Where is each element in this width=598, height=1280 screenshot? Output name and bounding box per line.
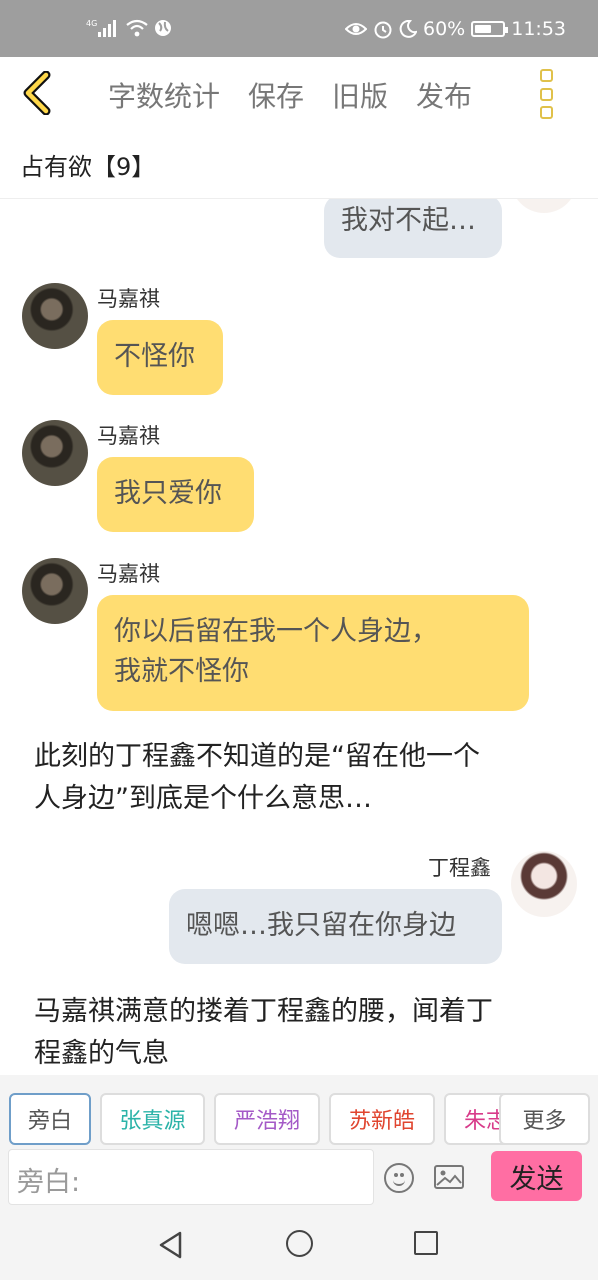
character-label: 张真源 <box>119 1109 186 1134</box>
message-text-line: 我就不怪你 <box>114 656 249 687</box>
nav-back-icon[interactable] <box>158 1231 184 1259</box>
more-dot-icon <box>540 106 553 119</box>
system-nav-bar <box>0 1207 598 1280</box>
save-button[interactable]: 保存 <box>248 75 304 115</box>
character-chip[interactable]: 张真源 <box>100 1093 205 1145</box>
wifi-icon <box>126 19 148 37</box>
avatar-ding-chengxin[interactable] <box>511 851 577 917</box>
more-characters-button[interactable]: 更多 <box>499 1093 590 1145</box>
status-bar: 4G 60% 11:53 <box>0 0 598 57</box>
narration-text[interactable]: 此刻的丁程鑫不知道的是“留在他一个 人身边”到底是个什么意思… <box>34 736 574 820</box>
avatar-ma-jiaqi[interactable] <box>22 420 88 486</box>
message-bubble[interactable]: 你以后留在我一个人身边， 我就不怪你 <box>97 595 529 711</box>
message-text: 我只爱你 <box>114 478 222 509</box>
avatar-ma-jiaqi[interactable] <box>22 558 88 624</box>
message-bubble[interactable]: 我对不起… <box>324 199 502 258</box>
clock: 11:53 <box>511 18 566 40</box>
emoji-mouth <box>393 1179 405 1186</box>
network-type: 4G <box>86 19 97 28</box>
sender-name: 马嘉祺 <box>97 287 160 311</box>
back-button[interactable] <box>18 70 62 116</box>
toolbar-actions: 字数统计 保存 旧版 发布 <box>108 75 472 115</box>
message-bubble[interactable]: 不怪你 <box>97 320 223 395</box>
globe-icon <box>155 20 171 36</box>
character-label: 旁白 <box>27 1109 72 1134</box>
nav-home-icon[interactable] <box>286 1230 313 1257</box>
message-text: 不怪你 <box>114 341 195 372</box>
message-text-line: 你以后留在我一个人身边， <box>114 616 438 647</box>
battery-icon <box>471 21 509 37</box>
sender-name: 丁程鑫 <box>428 856 491 880</box>
message-text: 嗯嗯…我只留在你身边 <box>186 910 456 941</box>
moon-icon <box>399 20 417 38</box>
input-row: 旁白: 发送 <box>0 1147 598 1207</box>
old-version-button[interactable]: 旧版 <box>332 75 388 115</box>
input-placeholder: 旁白: <box>17 1167 81 1198</box>
character-chip[interactable]: 严浩翔 <box>214 1093 320 1145</box>
character-label: 苏新皓 <box>348 1109 415 1134</box>
send-button[interactable]: 发送 <box>491 1151 582 1201</box>
editor-toolbar: 字数统计 保存 旧版 发布 <box>0 57 598 133</box>
chevron-left-icon <box>23 70 51 116</box>
narration-text[interactable]: 马嘉祺满意的搂着丁程鑫的腰，闻着丁 程鑫的气息 <box>34 991 574 1075</box>
sender-name: 马嘉祺 <box>97 424 160 448</box>
alarm-icon <box>374 21 392 39</box>
narration-line: 马嘉祺满意的搂着丁程鑫的腰，闻着丁 <box>34 996 493 1027</box>
character-chip-narrator[interactable]: 旁白 <box>9 1093 91 1145</box>
image-icon[interactable] <box>434 1165 464 1189</box>
more-menu-button[interactable] <box>540 69 560 119</box>
status-right: 60% 11:53 <box>345 18 566 40</box>
more-dot-icon <box>540 87 553 101</box>
avatar-ding-chengxin[interactable] <box>511 199 577 213</box>
narration-line: 程鑫的气息 <box>34 1038 169 1069</box>
nav-recent-apps-icon[interactable] <box>414 1231 438 1255</box>
character-chip[interactable]: 苏新皓 <box>329 1093 435 1145</box>
more-label: 更多 <box>522 1109 567 1134</box>
eye-icon <box>345 23 367 35</box>
battery-fill <box>475 25 492 33</box>
message-bubble[interactable]: 嗯嗯…我只留在你身边 <box>169 889 502 964</box>
battery-percent: 60% <box>423 18 466 40</box>
narration-line: 此刻的丁程鑫不知道的是“留在他一个 <box>34 741 480 772</box>
message-input[interactable]: 旁白: <box>8 1149 374 1205</box>
chat-area[interactable]: 我对不起… 马嘉祺 不怪你 马嘉祺 我只爱你 马嘉祺 你以后留在我一个人身边， … <box>0 199 598 1075</box>
character-label: 严浩翔 <box>233 1109 300 1134</box>
status-left: 4G <box>86 18 172 38</box>
character-selector: 旁白 张真源 严浩翔 苏新皓 朱志鑫 更多 <box>0 1075 598 1147</box>
word-count-button[interactable]: 字数统计 <box>108 75 220 115</box>
signal-icon: 4G <box>86 19 116 37</box>
publish-button[interactable]: 发布 <box>416 75 472 115</box>
more-dot-icon <box>540 69 553 82</box>
sender-name: 马嘉祺 <box>97 562 160 586</box>
narration-line: 人身边”到底是个什么意思… <box>34 783 372 814</box>
emoji-icon[interactable] <box>384 1163 414 1193</box>
message-text: 我对不起… <box>341 205 476 236</box>
page-title: 占有欲【9】 <box>20 153 156 181</box>
message-bubble[interactable]: 我只爱你 <box>97 457 254 532</box>
avatar-ma-jiaqi[interactable] <box>22 283 88 349</box>
